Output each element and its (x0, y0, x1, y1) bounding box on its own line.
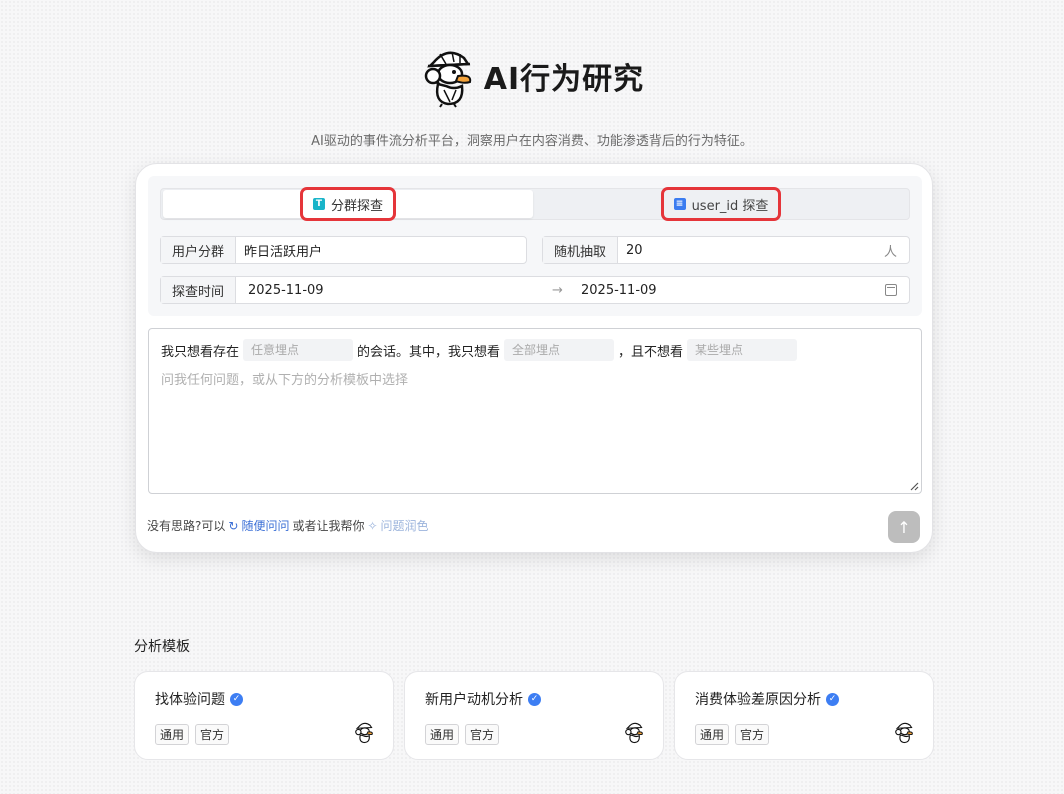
sentence-part-1: 我只想看存在 (161, 344, 240, 360)
sample-count-value: 20 (626, 242, 643, 258)
tag: 通用 (425, 724, 460, 745)
tips-lead: 没有思路?可以 (147, 519, 226, 533)
tips-middle: 或者让我帮你 (292, 519, 365, 533)
tab-group-explore[interactable]: T 分群探查 (163, 187, 533, 221)
template-tags: 通用 官方 (425, 724, 500, 745)
question-editor[interactable]: 我只想看存在 任意埋点 的会话。其中，我只想看 全部埋点 ，且不想看 某些埋点 … (148, 328, 922, 494)
all-events-select[interactable]: 全部埋点 (504, 339, 615, 361)
question-placeholder[interactable]: 问我任何问题，或从下方的分析模板中选择 (161, 369, 408, 388)
template-tags: 通用 官方 (695, 724, 770, 745)
random-ask-link[interactable]: 随便问问 (241, 517, 289, 534)
excluded-events-select[interactable]: 某些埋点 (687, 339, 798, 361)
suggestion-bar: 没有思路?可以 ↻ 随便问问 或者让我帮你 ✧ 问题润色 (147, 517, 429, 534)
sentence-part-3: ，且不想看 (618, 344, 684, 360)
duck-avatar-icon (895, 722, 913, 744)
template-name-row: 找体验问题 ✓ (155, 689, 243, 709)
user-group-field: 用户分群 昨日活跃用户 (160, 236, 527, 264)
polish-question-link[interactable]: 问题润色 (381, 517, 429, 534)
template-card[interactable]: 找体验问题 ✓ 通用 官方 (134, 671, 394, 760)
sample-unit: 人 (883, 244, 897, 260)
template-name-row: 消费体验差原因分析 ✓ (695, 689, 839, 709)
template-tags: 通用 官方 (155, 724, 230, 745)
tag: 通用 (695, 724, 730, 745)
arrow-up-icon: ↑ (897, 517, 911, 537)
user-group-label: 用户分群 (161, 237, 237, 263)
tab-label: 分群探查 (330, 198, 383, 214)
template-name: 找体验问题 (155, 692, 225, 708)
sentence-part-2: 的会话。其中，我只想看 (357, 344, 501, 360)
random-sample-field: 随机抽取 20 人 (542, 236, 910, 264)
explore-time-label: 探查时间 (161, 277, 237, 303)
template-card[interactable]: 消费体验差原因分析 ✓ 通用 官方 (674, 671, 934, 760)
calendar-icon[interactable] (885, 284, 897, 296)
filter-sentence: 我只想看存在 任意埋点 的会话。其中，我只想看 全部埋点 ，且不想看 某些埋点 (161, 339, 801, 361)
date-end[interactable]: 2025-11-09 (581, 283, 657, 298)
page-title: AI行为研究 (483, 62, 645, 97)
sample-count-input[interactable]: 20 人 (618, 237, 909, 263)
resize-handle-icon[interactable] (909, 481, 919, 491)
verified-icon: ✓ (826, 692, 839, 706)
highlight-box: T 分群探查 (299, 187, 396, 221)
hero: AI行为研究 (0, 44, 1064, 108)
send-button[interactable]: ↑ (888, 511, 920, 543)
query-card: T 分群探查 ≡ user_id 探查 用户分群 昨日活跃用户 随机抽取 20 … (135, 163, 933, 553)
template-name: 新用户动机分析 (425, 692, 523, 708)
query-form: T 分群探查 ≡ user_id 探查 用户分群 昨日活跃用户 随机抽取 20 … (148, 176, 922, 316)
magic-wand-icon: ✧ (367, 518, 378, 533)
templates-title: 分析模板 (134, 639, 190, 655)
page-subtitle: AI驱动的事件流分析平台，洞察用户在内容消费、功能渗透背后的行为特征。 (311, 134, 753, 149)
tag: 官方 (735, 724, 770, 745)
template-name-row: 新用户动机分析 ✓ (425, 689, 541, 709)
mode-segmented-control: T 分群探查 ≡ user_id 探查 (160, 187, 910, 221)
date-start[interactable]: 2025-11-09 (244, 283, 324, 298)
highlight-box: ≡ user_id 探查 (660, 187, 782, 221)
explore-time-field: 探查时间 2025-11-09 → 2025-11-09 (160, 276, 910, 304)
document-icon: ≡ (673, 198, 686, 210)
any-event-select[interactable]: 任意埋点 (243, 339, 354, 361)
verified-icon: ✓ (528, 692, 541, 706)
template-card[interactable]: 新用户动机分析 ✓ 通用 官方 (404, 671, 664, 760)
tab-label: user_id 探查 (691, 198, 769, 214)
random-sample-label: 随机抽取 (543, 237, 619, 263)
verified-icon: ✓ (230, 692, 243, 706)
tag: 官方 (195, 724, 230, 745)
refresh-icon: ↻ (228, 518, 239, 533)
duck-detective-logo-icon (424, 51, 472, 108)
tag: 通用 (155, 724, 190, 745)
duck-avatar-icon (625, 722, 643, 744)
user-group-input[interactable]: 昨日活跃用户 (236, 237, 526, 263)
tag: 官方 (465, 724, 500, 745)
tab-userid-explore[interactable]: ≡ user_id 探查 (535, 187, 907, 221)
date-range-picker[interactable]: 2025-11-09 → 2025-11-09 (236, 277, 909, 303)
text-type-icon: T (312, 198, 325, 210)
duck-avatar-icon (355, 722, 373, 744)
template-name: 消费体验差原因分析 (695, 692, 821, 708)
date-range-arrow-icon: → (552, 282, 563, 298)
